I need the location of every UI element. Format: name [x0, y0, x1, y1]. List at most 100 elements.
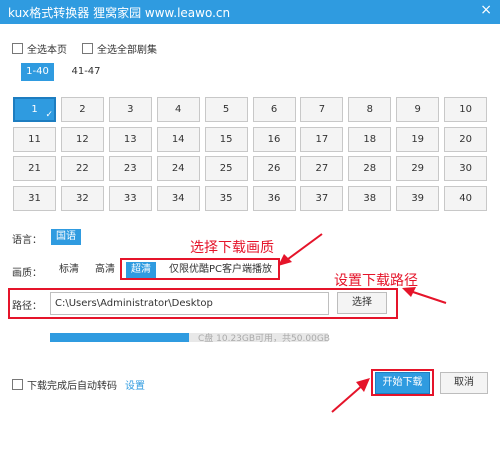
episode-number: 14 [171, 133, 185, 145]
episode-number: 35 [219, 192, 233, 204]
episode-button[interactable]: 40 [444, 185, 488, 211]
episode-button[interactable]: 2 [60, 97, 104, 122]
window-title: kux格式转换器 狸窝家园 www.leawo.cn [8, 6, 231, 20]
path-input[interactable]: C:\Users\Administrator\Desktop [50, 292, 329, 315]
episode-number: 1 [31, 104, 38, 115]
choose-path-button[interactable]: 选择 [337, 292, 387, 314]
episode-button[interactable]: 38 [348, 185, 392, 211]
episode-button[interactable]: 13 [108, 126, 152, 152]
episode-button[interactable]: 34 [156, 185, 200, 211]
episode-button[interactable]: 4 [156, 97, 200, 122]
episode-number: 16 [267, 133, 281, 145]
arrow-icon [331, 378, 370, 413]
quality-label: 画质： [12, 268, 42, 279]
episode-number: 37 [315, 192, 329, 204]
episode-number: 7 [318, 104, 326, 115]
episode-number: 36 [267, 192, 281, 204]
episode-number: 10 [459, 104, 472, 115]
episode-button[interactable]: 39 [396, 185, 440, 211]
settings-link[interactable]: 设置 [125, 377, 145, 392]
episode-button[interactable]: 19 [396, 126, 440, 152]
episode-button[interactable]: 11 [13, 126, 56, 152]
episode-button[interactable]: 36 [252, 185, 296, 211]
episode-button[interactable]: 17 [300, 126, 344, 152]
cancel-button[interactable]: 取消 [440, 372, 488, 394]
episode-button[interactable]: 25 [204, 156, 248, 181]
disk-usage-bar [50, 333, 189, 342]
episode-button[interactable]: 3 [108, 97, 152, 122]
episode-number: 40 [459, 192, 472, 204]
episode-button[interactable]: 20 [444, 126, 488, 152]
episode-button[interactable]: 32 [60, 185, 104, 211]
episode-button[interactable]: 26 [252, 156, 296, 181]
episode-button[interactable]: 6 [252, 97, 296, 122]
episode-button[interactable]: 9 [396, 97, 440, 122]
episode-number: 6 [270, 104, 278, 115]
episode-button[interactable]: 30 [444, 156, 488, 181]
episode-number: 15 [219, 133, 233, 145]
episode-button[interactable]: 5 [204, 97, 248, 122]
auto-convert-label: 下载完成后自动转码 [27, 381, 117, 392]
episode-button[interactable]: 18 [348, 126, 392, 152]
episode-button[interactable]: 27 [300, 156, 344, 181]
select-all-label: 全选全部剧集 [97, 45, 157, 56]
episode-number: 19 [411, 133, 425, 145]
episode-button[interactable]: 7 [300, 97, 344, 122]
episode-button[interactable]: 33 [108, 185, 152, 211]
episode-number: 3 [127, 104, 134, 115]
episode-number: 9 [414, 104, 421, 115]
episode-number: 5 [222, 104, 230, 115]
episode-number: 20 [459, 133, 472, 145]
episode-number: 39 [411, 192, 425, 204]
episode-number: 32 [76, 192, 89, 204]
annotation-quality: 选择下载画质 [190, 240, 274, 256]
episode-number: 33 [123, 192, 137, 204]
episode-number: 23 [123, 163, 137, 174]
quality-option-hd[interactable]: 高清 [90, 262, 120, 278]
episode-number: 22 [76, 163, 89, 174]
episode-number: 25 [219, 163, 233, 174]
episode-number: 4 [175, 104, 182, 115]
episode-number: 11 [28, 133, 41, 145]
tab-range-41-47[interactable]: 41-47 [68, 63, 104, 81]
language-option-mandarin[interactable]: 国语 [51, 229, 81, 245]
episode-number: 2 [79, 104, 86, 115]
episode-button[interactable]: 15 [204, 126, 248, 152]
close-icon[interactable]: × [480, 2, 492, 18]
episode-number: 38 [363, 192, 377, 204]
episode-button[interactable]: 10 [444, 97, 488, 122]
checkbox-box[interactable] [82, 43, 93, 54]
episode-number: 8 [366, 104, 373, 115]
start-download-button[interactable]: 开始下载 [375, 372, 430, 394]
episode-button[interactable]: 31 [13, 185, 56, 211]
episode-button[interactable]: 16 [252, 126, 296, 152]
checkbox-box[interactable] [12, 43, 23, 54]
episode-number: 18 [363, 133, 377, 145]
select-all-checkbox[interactable]: 全选全部剧集 [82, 41, 157, 56]
episode-button[interactable]: 37 [300, 185, 344, 211]
auto-convert-checkbox[interactable]: 下载完成后自动转码 设置 [12, 377, 145, 392]
episode-button[interactable]: 12 [60, 126, 104, 152]
tab-range-1-40[interactable]: 1-40 [21, 63, 54, 81]
checkbox-box[interactable] [12, 379, 23, 390]
episode-button[interactable]: 21 [13, 156, 56, 181]
episode-number: 34 [171, 192, 185, 204]
episode-button[interactable]: 29 [396, 156, 440, 181]
title-bar: kux格式转换器 狸窝家园 www.leawo.cn × [0, 0, 500, 24]
episode-button[interactable]: 23 [108, 156, 152, 181]
quality-option-sd[interactable]: 标清 [54, 262, 84, 278]
episode-button[interactable]: 35 [204, 185, 248, 211]
select-page-label: 全选本页 [27, 45, 67, 56]
episode-number: 21 [28, 163, 41, 174]
episode-button[interactable]: 1 ✓ [13, 97, 56, 122]
episode-number: 31 [28, 192, 41, 204]
episode-button[interactable]: 24 [156, 156, 200, 181]
episode-number: 13 [123, 133, 137, 145]
select-page-checkbox[interactable]: 全选本页 [12, 41, 67, 56]
episode-button[interactable]: 28 [348, 156, 392, 181]
episode-button[interactable]: 14 [156, 126, 200, 152]
episode-number: 12 [76, 133, 89, 145]
episode-button[interactable]: 22 [60, 156, 104, 181]
quality-highlight-box [120, 258, 280, 280]
episode-button[interactable]: 8 [348, 97, 392, 122]
